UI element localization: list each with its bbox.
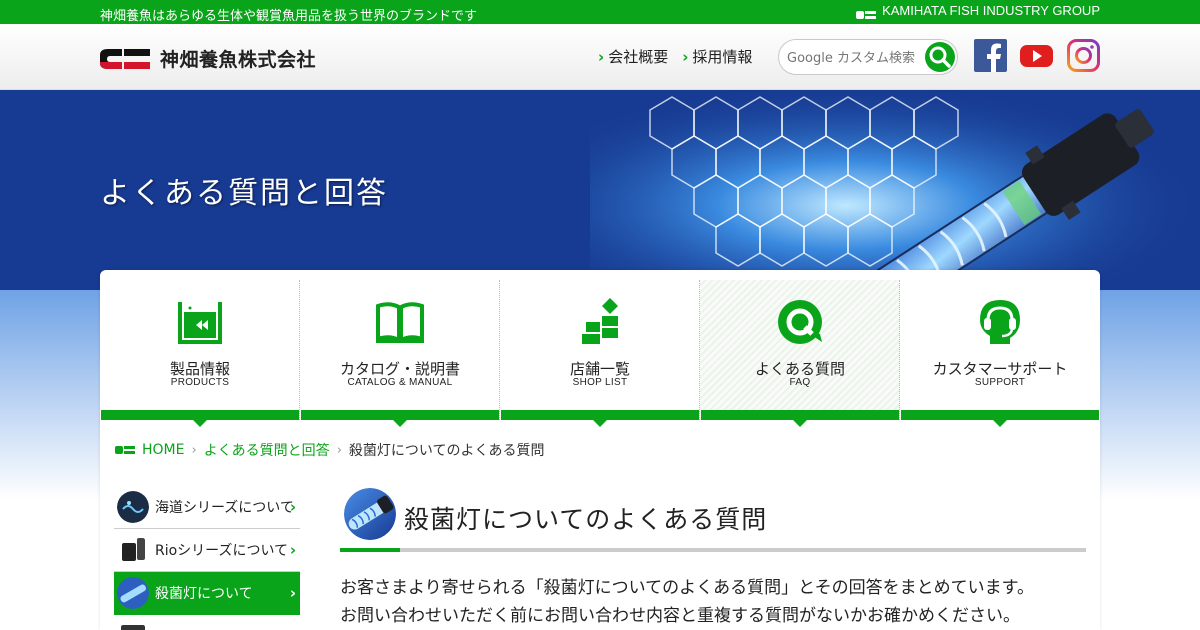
next-item-thumbnail [121, 624, 145, 630]
chevron-right-icon: › [289, 584, 296, 602]
headset-icon [980, 300, 1020, 344]
page-title: よくある質問と回答 [100, 176, 388, 211]
sidebar-item-label: 海道シリーズについて [155, 500, 294, 516]
kaido-series-thumbnail [117, 491, 149, 523]
breadcrumb-faq[interactable]: よくある質問と回答 [204, 440, 330, 460]
main-nav: 製品情報 PRODUCTS カタログ・説明書 CATALOG & MANUAL … [100, 280, 1100, 427]
search-input[interactable] [787, 48, 927, 68]
company-name: 神畑養魚株式会社 [160, 49, 317, 71]
breadcrumb-home[interactable]: HOME [142, 442, 184, 458]
nav-underline [101, 410, 299, 427]
intro-line: お問い合わせいただく前にお問い合わせ内容と重複する質問がないかお確かめください。 [340, 606, 1020, 626]
sidebar-item-label: 殺菌灯について [155, 586, 253, 602]
search-button[interactable] [925, 42, 955, 72]
group-label: KAMIHATA FISH INDUSTRY GROUP [882, 3, 1100, 18]
group-link[interactable]: KAMIHATA FISH INDUSTRY GROUP [856, 3, 1100, 19]
breadcrumb: HOME › よくある質問と回答 › 殺菌灯についてのよくある質問 [115, 440, 544, 460]
nav-label: よくある質問 [754, 360, 845, 378]
sidebar-item-next[interactable] [114, 615, 300, 630]
nav-label: 採用情報 [692, 48, 753, 66]
nav-underline [301, 410, 499, 427]
tagline: 神畑養魚はあらゆる生体や観賞魚用品を扱う世界のブランドです [100, 9, 478, 24]
header-nav: › 会社概要 › 採用情報 [598, 46, 752, 67]
youtube-icon[interactable] [1020, 39, 1053, 72]
nav-sublabel: CATALOG & MANUAL [347, 377, 453, 388]
title-underline [340, 548, 1086, 552]
hero-banner: よくある質問と回答 [0, 90, 1200, 300]
facebook-icon[interactable] [974, 39, 1007, 72]
nav-recruit[interactable]: › 採用情報 [682, 46, 752, 67]
nav-underline [501, 410, 699, 427]
rio-series-thumbnail [117, 534, 149, 566]
main-nav-faq[interactable]: よくある質問 FAQ [700, 280, 900, 427]
search-icon [929, 46, 951, 68]
breadcrumb-current: 殺菌灯についてのよくある質問 [348, 443, 545, 459]
nav-company-overview[interactable]: › 会社概要 [598, 46, 668, 67]
nav-label: カタログ・説明書 [339, 360, 460, 378]
faq-sidebar: 海道シリーズについて › Rioシリーズについて › 殺菌灯について › [114, 486, 300, 630]
group-logo-icon [856, 7, 877, 19]
content-title: 殺菌灯についてのよくある質問 [404, 505, 768, 534]
content-intro: お客さまより寄せられる「殺菌灯についてのよくある質問」とその回答をまとめています… [340, 574, 1086, 630]
search-box [778, 39, 958, 75]
uv-sterilizer-hero-image [590, 90, 1200, 300]
chevron-right-icon: › [289, 541, 296, 559]
shop-location-icon [582, 298, 618, 344]
home-logo-icon [115, 446, 135, 454]
main-nav-products[interactable]: 製品情報 PRODUCTS [100, 280, 300, 427]
content-card: 製品情報 PRODUCTS カタログ・説明書 CATALOG & MANUAL … [100, 270, 1100, 630]
breadcrumb-separator-icon: › [191, 442, 197, 458]
nav-sublabel: PRODUCTS [170, 377, 230, 388]
nav-underline [901, 410, 1099, 427]
instagram-icon[interactable] [1067, 39, 1100, 72]
book-icon [376, 302, 424, 344]
intro-line: お客さまより寄せられる「殺菌灯についてのよくある質問」とその回答をまとめています… [340, 578, 1034, 598]
chevron-right-icon: › [598, 47, 605, 66]
sidebar-item-rio-series[interactable]: Rioシリーズについて › [114, 529, 300, 572]
brand-logo-link[interactable]: 神畑養魚株式会社 [100, 45, 316, 72]
top-strip: 神畑養魚はあらゆる生体や観賞魚用品を扱う世界のブランドです KAMIHATA F… [0, 0, 1200, 24]
nav-label: 会社概要 [608, 48, 669, 66]
nav-label: 製品情報 [169, 360, 230, 378]
site-header: 神畑養魚株式会社 › 会社概要 › 採用情報 [0, 24, 1200, 90]
main-nav-support[interactable]: カスタマーサポート SUPPORT [900, 280, 1100, 427]
nav-sublabel: FAQ [789, 377, 811, 388]
company-logo-icon [100, 48, 150, 69]
breadcrumb-separator-icon: › [336, 442, 342, 458]
nav-sublabel: SHOP LIST [572, 377, 628, 388]
content-header: 殺菌灯についてのよくある質問 [340, 486, 1086, 552]
sterilizer-thumbnail [117, 577, 149, 609]
nav-underline [701, 410, 899, 427]
nav-label: 店舗一覧 [569, 360, 630, 378]
main-nav-shop-list[interactable]: 店舗一覧 SHOP LIST [500, 280, 700, 427]
sterilizer-image [344, 488, 396, 540]
faq-content: 殺菌灯についてのよくある質問 お客さまより寄せられる「殺菌灯についてのよくある質… [340, 486, 1086, 626]
chevron-right-icon: › [682, 47, 689, 66]
faq-icon [778, 300, 822, 344]
sidebar-item-label: Rioシリーズについて [155, 543, 289, 559]
main-nav-catalog[interactable]: カタログ・説明書 CATALOG & MANUAL [300, 280, 500, 427]
chevron-right-icon: › [289, 498, 296, 516]
sidebar-item-sterilizer[interactable]: 殺菌灯について › [114, 572, 300, 615]
sidebar-item-kaido-series[interactable]: 海道シリーズについて › [114, 486, 300, 529]
nav-label: カスタマーサポート [932, 360, 1068, 378]
aquarium-icon [178, 302, 222, 344]
nav-sublabel: SUPPORT [974, 377, 1026, 388]
